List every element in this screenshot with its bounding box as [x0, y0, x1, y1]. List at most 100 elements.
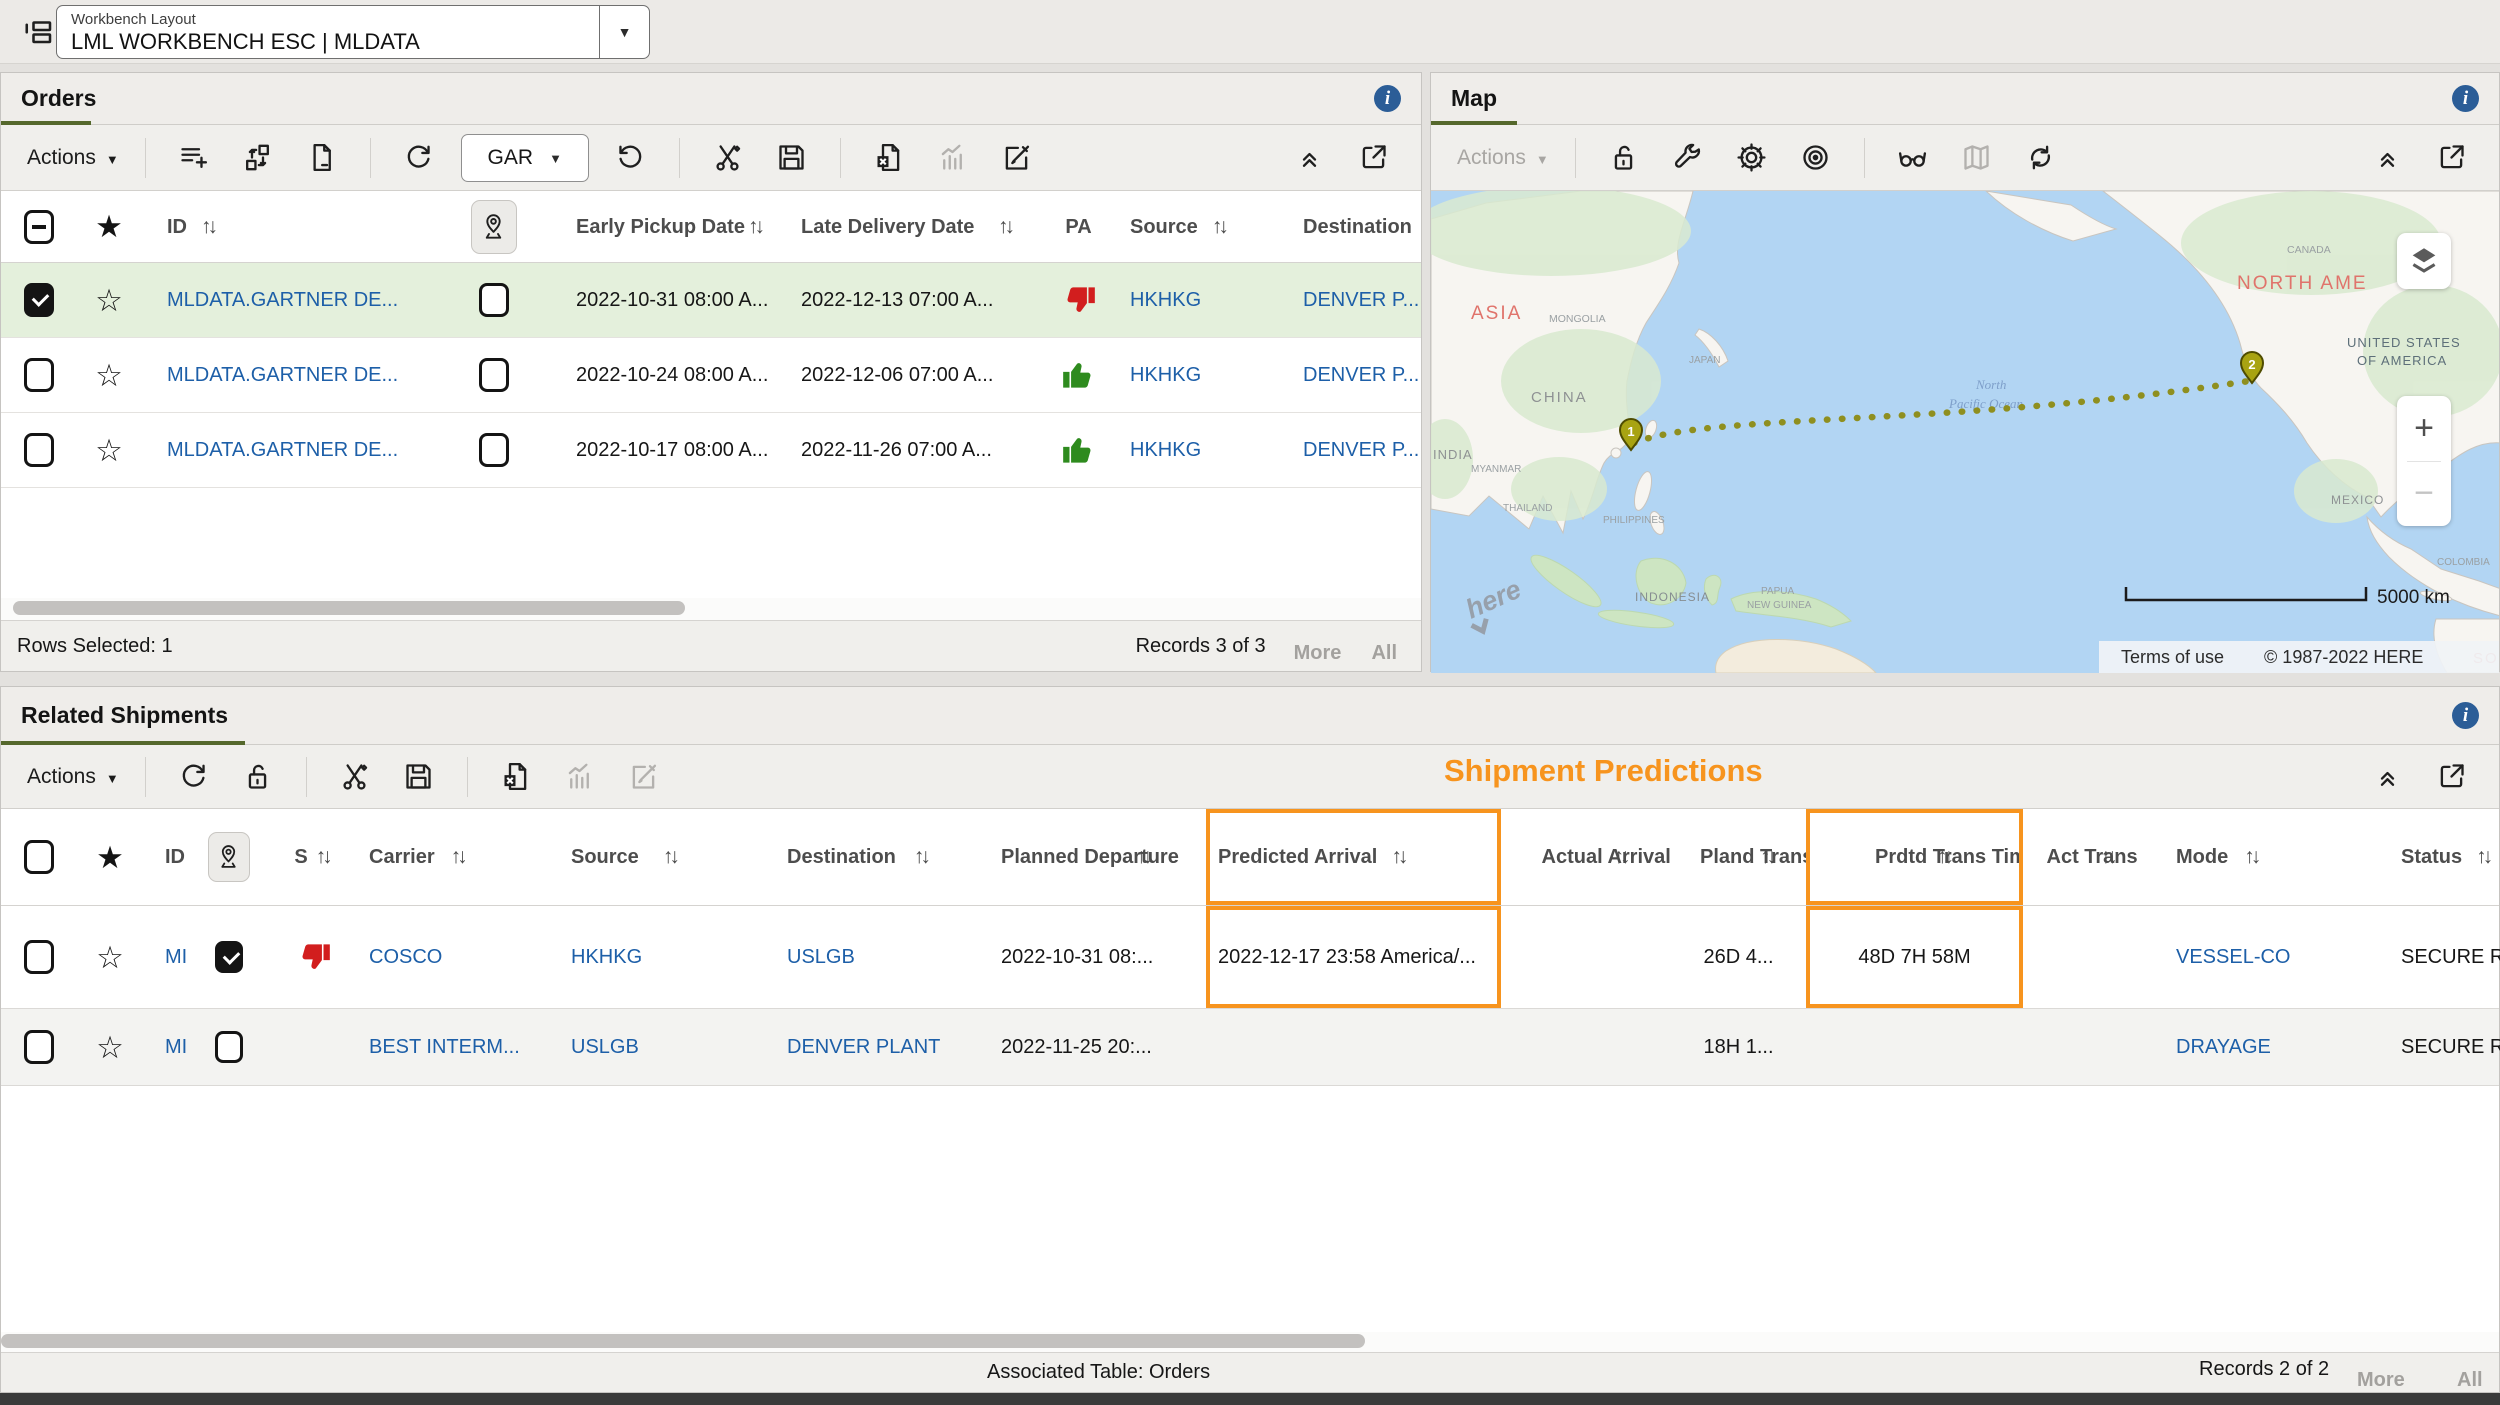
export-excel-icon[interactable] — [871, 140, 907, 176]
destination-link[interactable]: DENVER P... — [1291, 289, 1423, 312]
s-checkbox[interactable] — [215, 941, 243, 973]
open-in-window-icon[interactable] — [2433, 759, 2469, 795]
sort-icon[interactable]: ↑↓ — [1937, 844, 1954, 869]
collapse-panel-icon[interactable] — [1291, 140, 1327, 176]
sort-icon[interactable]: ↑↓ — [914, 844, 931, 869]
source-link[interactable]: HKHKG — [1116, 289, 1291, 312]
row-checkbox[interactable] — [24, 1030, 54, 1064]
geo-checkbox[interactable] — [479, 433, 509, 467]
open-in-window-icon[interactable] — [1355, 140, 1391, 176]
workbench-layout-icon[interactable] — [20, 15, 56, 56]
order-row[interactable]: ☆ MLDATA.GARTNER DE... 2022-10-24 08:00 … — [1, 338, 1421, 413]
favorite-star-icon[interactable]: ☆ — [96, 1032, 124, 1063]
carrier-link[interactable]: BEST INTERM... — [361, 1036, 561, 1059]
sort-icon[interactable]: ↑↓ — [1614, 844, 1631, 869]
add-to-list-icon[interactable] — [176, 140, 212, 176]
all-button[interactable]: All — [1371, 642, 1397, 665]
shipments-horizontal-scrollbar[interactable] — [1, 1332, 2499, 1352]
column-header-actual-arrival[interactable]: Actual Arrival↑↓ — [1501, 844, 1671, 869]
column-header-mode[interactable]: Mode↑↓ — [2141, 844, 2361, 869]
destination-link[interactable]: DENVER P... — [1291, 439, 1423, 462]
column-header-source[interactable]: Source ↑↓ — [1116, 214, 1291, 239]
map-icon[interactable] — [1959, 140, 1995, 176]
shipment-row[interactable]: ☆ MI BEST INTERM... USLGB DENVER PLANT 2… — [1, 1009, 2499, 1086]
order-row[interactable]: ☆ MLDATA.GARTNER DE... 2022-10-31 08:00 … — [1, 263, 1421, 338]
all-button[interactable]: All — [2457, 1369, 2483, 1392]
edit-icon[interactable] — [999, 140, 1035, 176]
order-row[interactable]: ☆ MLDATA.GARTNER DE... 2022-10-17 08:00 … — [1, 413, 1421, 488]
column-header-status[interactable]: Status↑↓ — [2361, 844, 2500, 869]
source-link[interactable]: HKHKG — [1116, 439, 1291, 462]
column-header-predicted-arrival[interactable]: Predicted Arrival↑↓ — [1206, 809, 1501, 905]
column-header-source[interactable]: Source↑↓ — [561, 844, 781, 869]
column-header-destination[interactable]: Destination — [1291, 215, 1423, 239]
sort-icon[interactable]: ↑↓ — [748, 214, 765, 239]
geo-checkbox[interactable] — [479, 358, 509, 392]
favorite-star-icon[interactable]: ☆ — [95, 360, 123, 391]
collapse-panel-icon[interactable] — [2369, 140, 2405, 176]
order-id-link[interactable]: MLDATA.GARTNER DE... — [141, 289, 441, 312]
carrier-link[interactable]: COSCO — [361, 946, 561, 969]
row-checkbox[interactable] — [24, 940, 54, 974]
collapse-panel-icon[interactable] — [2369, 759, 2405, 795]
map-canvas[interactable]: ASIA MONGOLIA CHINA INDIA MYANMAR THAILA… — [1431, 191, 2499, 673]
refresh-cycle-icon[interactable] — [2023, 140, 2059, 176]
cut-scissors-icon[interactable] — [337, 759, 373, 795]
map-layers-button[interactable] — [2397, 233, 2451, 289]
favorite-star-icon[interactable]: ☆ — [95, 435, 123, 466]
favorite-column-icon[interactable]: ★ — [96, 842, 124, 873]
shipment-row[interactable]: ☆ MI COSCO HKHKG USLGB 2022-10-31 08:...… — [1, 906, 2499, 1009]
source-link[interactable]: HKHKG — [561, 946, 781, 969]
shipment-id-link[interactable]: MI — [143, 946, 191, 969]
column-header-id[interactable]: ID — [143, 845, 191, 869]
mode-link[interactable]: DRAYAGE — [2141, 1036, 2361, 1059]
column-header-carrier[interactable]: Carrier↑↓ — [361, 844, 561, 869]
sort-icon[interactable]: ↑↓ — [1760, 844, 1777, 869]
destination-link[interactable]: USLGB — [781, 946, 986, 969]
spectacles-icon[interactable] — [1895, 140, 1931, 176]
map-actions-menu[interactable]: Actions ▼ — [1457, 146, 1549, 170]
column-header-early-pickup[interactable]: Early Pickup Date↑↓ — [546, 214, 791, 239]
favorite-column-icon[interactable]: ★ — [95, 211, 123, 242]
chart-icon[interactable] — [935, 140, 971, 176]
source-link[interactable]: HKHKG — [1116, 364, 1291, 387]
column-header-act-trans-time[interactable]: Act Trans Time↑↓ — [2023, 844, 2141, 869]
scrollbar-thumb[interactable] — [1, 1334, 1365, 1348]
zoom-in-button[interactable]: + — [2397, 396, 2451, 461]
shipments-actions-menu[interactable]: Actions ▼ — [27, 765, 119, 789]
edit-icon[interactable] — [626, 759, 662, 795]
s-checkbox[interactable] — [215, 1031, 243, 1063]
sort-icon[interactable]: ↑↓ — [1212, 214, 1229, 239]
sort-icon[interactable]: ↑↓ — [1391, 844, 1408, 869]
sort-icon[interactable]: ↑↓ — [451, 844, 468, 869]
shipment-id-link[interactable]: MI — [143, 1036, 191, 1059]
column-header-pa[interactable]: PA — [1041, 215, 1116, 239]
column-header-prdtd-trans-time[interactable]: Prdtd Trans Time↑↓ — [1806, 809, 2023, 905]
destination-link[interactable]: DENVER P... — [1291, 364, 1423, 387]
row-checkbox[interactable] — [24, 358, 54, 392]
transfer-swap-icon[interactable] — [240, 140, 276, 176]
wrench-icon[interactable] — [1670, 140, 1706, 176]
sort-icon[interactable]: ↑↓ — [1136, 844, 1153, 869]
sort-icon[interactable]: ↑↓ — [201, 214, 218, 239]
document-icon[interactable] — [304, 140, 340, 176]
geo-checkbox[interactable] — [479, 283, 509, 317]
terms-of-use-link[interactable]: Terms of use — [2121, 647, 2224, 668]
orders-actions-menu[interactable]: Actions ▼ — [27, 146, 119, 170]
select-all-checkbox[interactable] — [24, 210, 54, 244]
sort-icon[interactable]: ↑↓ — [2244, 844, 2261, 869]
sort-icon[interactable]: ↑↓ — [663, 844, 680, 869]
destination-link[interactable]: DENVER PLANT — [781, 1036, 986, 1059]
open-in-window-icon[interactable] — [2433, 140, 2469, 176]
saved-query-select[interactable]: GAR ▼ — [461, 134, 589, 182]
unlock-icon[interactable] — [240, 759, 276, 795]
workbench-layout-select[interactable]: Workbench Layout LML WORKBENCH ESC | MLD… — [56, 5, 650, 59]
cut-scissors-icon[interactable] — [710, 140, 746, 176]
save-icon[interactable] — [774, 140, 810, 176]
refresh-icon[interactable] — [401, 140, 437, 176]
column-header-id[interactable]: ID ↑↓ — [141, 214, 441, 239]
select-all-checkbox[interactable] — [24, 840, 54, 874]
chevron-down-icon[interactable]: ▼ — [599, 6, 649, 58]
target-view-icon[interactable] — [1798, 140, 1834, 176]
column-header-s[interactable]: S↑↓ — [266, 844, 361, 869]
